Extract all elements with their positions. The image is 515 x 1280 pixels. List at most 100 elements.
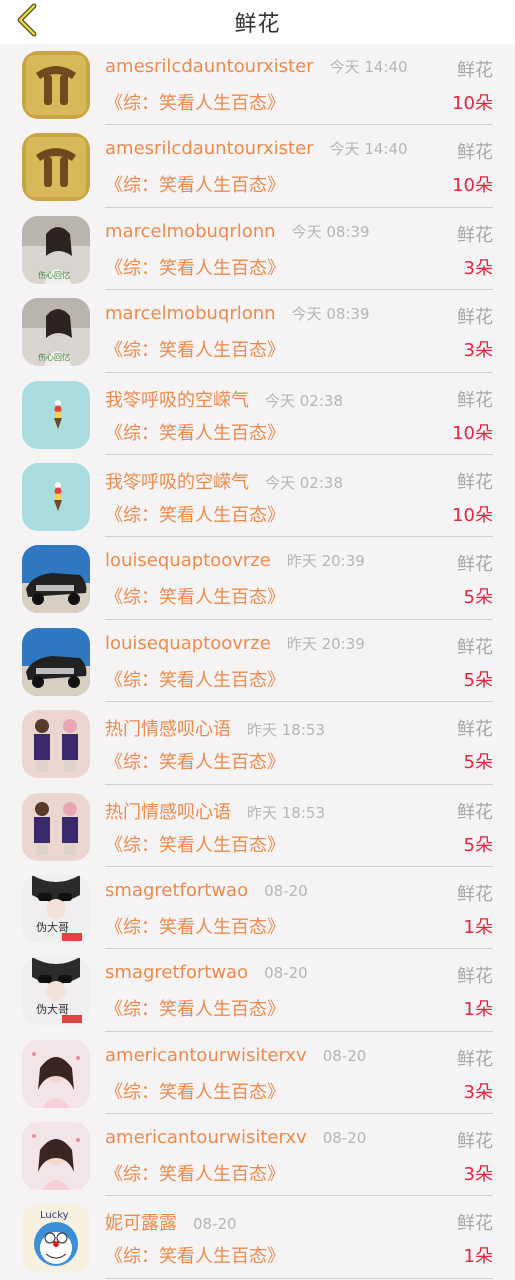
- gift-count: 5朵: [463, 834, 493, 856]
- couple-avatar: [22, 710, 90, 779]
- gift-count: 5朵: [463, 669, 493, 691]
- list-item[interactable]: 伤心回忆 marcelmobuqrlonn 今天 08:39 鲜花 《综：笑看人生…: [0, 209, 515, 291]
- timestamp: 今天 14:40: [329, 140, 408, 159]
- gift-type: 鲜花: [457, 636, 493, 658]
- gift-count: 10朵: [452, 504, 493, 526]
- gift-count: 3朵: [463, 1164, 493, 1186]
- list-item[interactable]: 热门情感呗心语 昨天 18:53 鲜花 《综：笑看人生百态》 5朵: [0, 786, 515, 868]
- gift-type: 鲜花: [457, 801, 493, 823]
- timestamp: 昨天 20:39: [286, 552, 365, 571]
- list-item[interactable]: 我笭呼吸的空嵘气 今天 02:38 鲜花 《综：笑看人生百态》 10朵: [0, 374, 515, 456]
- svg-text:伪大哥: 伪大哥: [36, 920, 69, 934]
- book-title[interactable]: 《综：笑看人生百态》: [105, 419, 285, 445]
- list-item[interactable]: louisequaptoovrze 昨天 20:39 鲜花 《综：笑看人生百态》 …: [0, 538, 515, 620]
- gold-pi-avatar: [22, 51, 90, 119]
- divider: [105, 1030, 493, 1032]
- timestamp: 今天 14:40: [329, 58, 408, 76]
- book-title[interactable]: 《综：笑看人生百态》: [105, 1160, 285, 1186]
- timestamp: 08-20: [322, 1046, 367, 1065]
- gift-count: 10朵: [452, 422, 493, 444]
- divider: [105, 289, 493, 291]
- book-title[interactable]: 《综：笑看人生百态》: [105, 89, 285, 115]
- avatar: [22, 380, 90, 449]
- user-name[interactable]: marcelmobuqrlonn: [105, 303, 276, 324]
- gift-count: 1朵: [463, 916, 493, 938]
- book-title[interactable]: 《综：笑看人生百态》: [105, 995, 285, 1021]
- divider: [105, 206, 493, 208]
- list-item[interactable]: 伪大哥 smagretfortwao 08-20 鲜花 《综：笑看人生百态》 1朵: [0, 950, 515, 1032]
- list-item[interactable]: 伤心回忆 marcelmobuqrlonn 今天 08:39 鲜花 《综：笑看人生…: [0, 291, 515, 373]
- divider: [105, 536, 493, 538]
- book-title[interactable]: 《综：笑看人生百态》: [105, 831, 285, 857]
- car-avatar: [22, 545, 90, 614]
- svg-text:Lucky: Lucky: [40, 1210, 69, 1221]
- pink-girl-avatar: [22, 1122, 90, 1191]
- user-name[interactable]: louisequaptoovrze: [105, 633, 271, 654]
- list-item[interactable]: amesrilcdauntourxister 今天 14:40 鲜花 《综：笑看人…: [0, 44, 515, 126]
- user-name[interactable]: americantourwisiterxv: [105, 1045, 307, 1066]
- back-button[interactable]: [12, 3, 42, 37]
- svg-text:伤心回忆: 伤心回忆: [38, 270, 70, 280]
- gift-count: 5朵: [463, 587, 493, 609]
- avatar: 伤心回忆: [22, 215, 90, 284]
- girl-photo-avatar: 伤心回忆: [22, 298, 90, 367]
- chevron-left-icon: [17, 3, 37, 37]
- user-name[interactable]: marcelmobuqrlonn: [105, 221, 276, 242]
- book-title[interactable]: 《综：笑看人生百态》: [105, 583, 285, 609]
- user-name[interactable]: 热门情感呗心语: [105, 719, 231, 740]
- list-item[interactable]: 我笭呼吸的空嵘气 今天 02:38 鲜花 《综：笑看人生百态》 10朵: [0, 456, 515, 538]
- divider: [105, 453, 493, 455]
- gift-type: 鲜花: [457, 60, 493, 81]
- gift-type: 鲜花: [457, 1131, 493, 1153]
- user-name[interactable]: 我笭呼吸的空嵘气: [105, 472, 249, 493]
- avatar: [22, 627, 90, 696]
- user-name[interactable]: 热门情感呗心语: [105, 802, 231, 823]
- user-name[interactable]: 我笭呼吸的空嵘气: [105, 390, 249, 411]
- list-item[interactable]: 热门情感呗心语 昨天 18:53 鲜花 《综：笑看人生百态》 5朵: [0, 703, 515, 785]
- svg-text:伪大哥: 伪大哥: [36, 1002, 69, 1016]
- pink-girl-avatar: [22, 1039, 90, 1108]
- book-title[interactable]: 《综：笑看人生百态》: [105, 913, 285, 939]
- book-title[interactable]: 《综：笑看人生百态》: [105, 254, 285, 280]
- user-name[interactable]: louisequaptoovrze: [105, 550, 271, 571]
- user-name[interactable]: smagretfortwao: [105, 962, 248, 983]
- user-name[interactable]: 妮可露露: [105, 1213, 177, 1234]
- avatar: [22, 462, 90, 531]
- book-title[interactable]: 《综：笑看人生百态》: [105, 1242, 285, 1268]
- user-name[interactable]: amesrilcdauntourxister: [105, 56, 314, 77]
- gift-count: 5朵: [463, 752, 493, 774]
- avatar: [22, 792, 90, 861]
- list-item[interactable]: louisequaptoovrze 昨天 20:39 鲜花 《综：笑看人生百态》 …: [0, 621, 515, 703]
- user-name[interactable]: amesrilcdauntourxister: [105, 138, 314, 159]
- gift-type: 鲜花: [457, 554, 493, 576]
- user-name[interactable]: americantourwisiterxv: [105, 1127, 307, 1148]
- book-title[interactable]: 《综：笑看人生百态》: [105, 748, 285, 774]
- gift-type: 鲜花: [457, 719, 493, 741]
- user-name[interactable]: smagretfortwao: [105, 880, 248, 901]
- timestamp: 昨天 18:53: [247, 721, 325, 740]
- list-item[interactable]: 伪大哥 smagretfortwao 08-20 鲜花 《综：笑看人生百态》 1朵: [0, 868, 515, 950]
- book-title[interactable]: 《综：笑看人生百态》: [105, 666, 285, 692]
- list-item[interactable]: americantourwisiterxv 08-20 鲜花 《综：笑看人生百态》…: [0, 1115, 515, 1197]
- avatar: 伪大哥: [22, 874, 90, 943]
- list-item[interactable]: Lucky 妮可露露 08-20 鲜花 《综：笑看人生百态》 1朵: [0, 1197, 515, 1279]
- gift-type: 鲜花: [457, 1048, 493, 1070]
- gift-count: 1朵: [463, 1246, 493, 1268]
- book-title[interactable]: 《综：笑看人生百态》: [105, 1078, 285, 1104]
- list-item[interactable]: americantourwisiterxv 08-20 鲜花 《综：笑看人生百态》…: [0, 1033, 515, 1115]
- list-item[interactable]: amesrilcdauntourxister 今天 14:40 鲜花 《综：笑看人…: [0, 126, 515, 208]
- timestamp: 08-20: [264, 881, 308, 900]
- book-title[interactable]: 《综：笑看人生百态》: [105, 336, 285, 362]
- timestamp: 今天 08:39: [291, 222, 370, 241]
- avatar: 伪大哥: [22, 957, 90, 1026]
- divider: [105, 371, 493, 373]
- ice-cream-avatar: [22, 380, 90, 449]
- timestamp: 今天 08:39: [291, 305, 370, 324]
- gift-type: 鲜花: [457, 1213, 493, 1235]
- timestamp: 今天 02:38: [265, 391, 343, 410]
- book-title[interactable]: 《综：笑看人生百态》: [105, 501, 285, 527]
- ice-cream-avatar: [22, 462, 90, 531]
- gift-count: 10朵: [452, 93, 493, 114]
- divider: [105, 1113, 493, 1115]
- book-title[interactable]: 《综：笑看人生百态》: [105, 171, 285, 197]
